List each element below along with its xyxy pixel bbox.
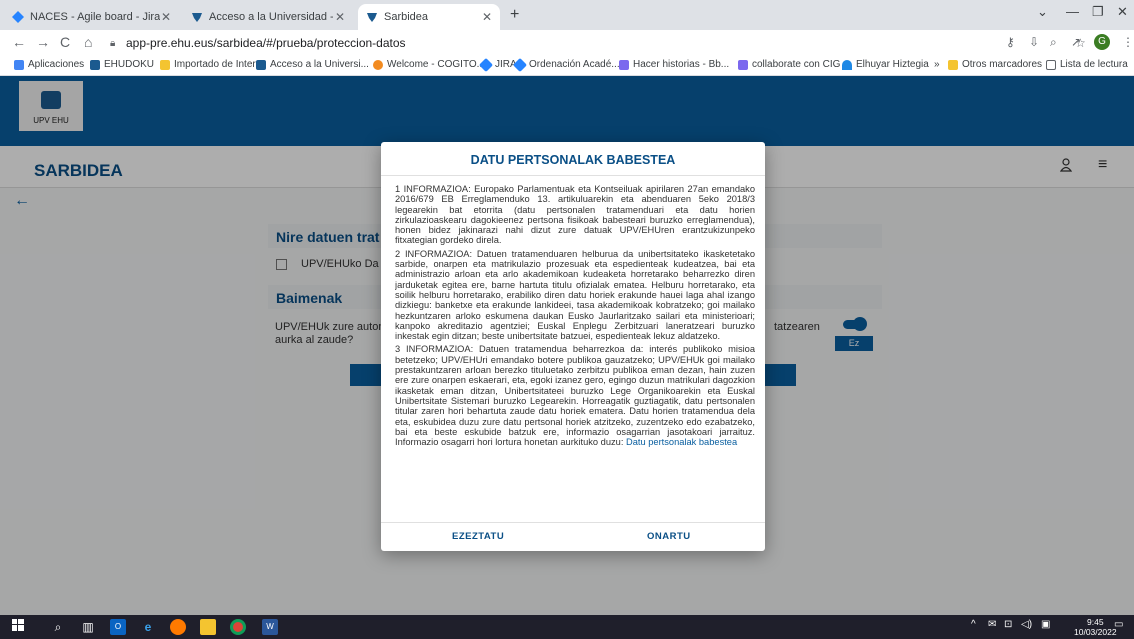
profile-avatar[interactable]: G xyxy=(1094,34,1110,50)
minimize-icon[interactable]: — xyxy=(1066,4,1079,19)
windows-start-icon[interactable] xyxy=(10,619,26,635)
info-paragraph-2: 2 INFORMAZIOA: Datuen tratamenduaren hel… xyxy=(395,248,755,342)
lock-icon: 🔒︎ xyxy=(110,38,116,49)
outlook-icon[interactable]: O xyxy=(110,619,126,635)
bookmark-jira[interactable]: JIRA xyxy=(478,57,517,72)
reload-icon[interactable]: C xyxy=(60,34,70,50)
dialog-title: DATU PERTSONALAK BABESTEA xyxy=(470,153,676,167)
windows-taskbar: ⌕ ▥ O e W ^ ✉ ⊡ ◁) ▣ ▭ xyxy=(0,615,1134,639)
bookmark-ordenacion[interactable]: Ordenación Acadé... xyxy=(512,57,620,72)
word-icon[interactable]: W xyxy=(262,619,278,635)
data-protection-dialog: DATU PERTSONALAK BABESTEA 1 INFORMAZIOA:… xyxy=(381,142,765,551)
bookmarks-bar: Aplicaciones EHUDOKU Importado de Inter.… xyxy=(0,56,1134,76)
keyboard-icon[interactable]: ▣ xyxy=(1041,619,1050,630)
bookmark-aplicaciones[interactable]: Aplicaciones xyxy=(14,59,84,70)
taskbar-clock[interactable]: 9:45 10/03/2022 xyxy=(1074,617,1117,637)
back-icon[interactable]: ← xyxy=(12,34,26,50)
tab-acceso-universidad[interactable]: Acceso a la Universidad - UPV/EH ✕ xyxy=(183,4,353,30)
restore-icon[interactable]: ❐ xyxy=(1092,4,1104,20)
info-paragraph-3: 3 INFORMAZIOA: Datuen tratamendua beharr… xyxy=(395,344,755,448)
jira-icon xyxy=(512,57,528,72)
bookmark-elhuyar[interactable]: Elhuyar Hiztegia xyxy=(842,59,929,70)
file-explorer-icon[interactable] xyxy=(200,619,216,635)
tray-overflow-icon[interactable]: ^ xyxy=(971,619,976,630)
bookmark-star-icon[interactable]: ☆ xyxy=(1075,36,1086,50)
home-icon[interactable]: ⌂ xyxy=(84,34,92,50)
forward-icon[interactable]: → xyxy=(36,34,50,50)
divider xyxy=(381,175,765,176)
upv-ehu-icon xyxy=(191,11,203,23)
chrome-icon[interactable] xyxy=(230,619,246,635)
info-paragraph-1: 1 INFORMAZIOA: Europako Parlamentuak eta… xyxy=(395,184,755,246)
reject-button[interactable]: EZEZTATU xyxy=(452,531,504,542)
install-icon[interactable]: ⇩ xyxy=(1029,35,1039,49)
bookmark-cogito[interactable]: Welcome - COGITO... xyxy=(373,59,485,70)
bookmark-collaborate[interactable]: collaborate con CIG xyxy=(738,59,840,70)
bookmark-lista-lectura[interactable]: Lista de lectura xyxy=(1046,59,1128,70)
jira-icon xyxy=(478,57,494,72)
close-tab-icon[interactable]: ✕ xyxy=(482,10,492,24)
edge-icon[interactable]: e xyxy=(140,619,156,635)
apps-grid-icon xyxy=(14,59,24,70)
address-bar[interactable]: 🔒︎ app-pre.ehu.eus/sarbidea/#/prueba/pro… xyxy=(110,33,1110,53)
upv-ehu-icon xyxy=(90,59,100,70)
bookmarks-overflow[interactable]: » xyxy=(934,59,940,70)
new-tab-button[interactable]: + xyxy=(510,6,519,24)
data-protection-link[interactable]: Datu pertsonalak babestea xyxy=(626,437,737,447)
tab-jira[interactable]: NACES - Agile board - Jira ✕ xyxy=(4,4,179,30)
task-view-icon[interactable]: ▥ xyxy=(80,619,96,635)
tab-strip: NACES - Agile board - Jira ✕ Acceso a la… xyxy=(0,0,1134,30)
tab-search-icon[interactable]: ⌄ xyxy=(1037,4,1048,20)
volume-icon[interactable]: ◁) xyxy=(1021,619,1032,630)
accept-button[interactable]: ONARTU xyxy=(647,531,691,542)
close-window-icon[interactable]: ✕ xyxy=(1117,4,1128,20)
browser-toolbar: ← → C ⌂ 🔒︎ app-pre.ehu.eus/sarbidea/#/pr… xyxy=(0,30,1134,56)
more-menu-icon[interactable]: ⋮ xyxy=(1122,35,1134,49)
folder-icon xyxy=(948,59,958,70)
close-tab-icon[interactable]: ✕ xyxy=(335,10,345,24)
dialog-body[interactable]: 1 INFORMAZIOA: Europako Parlamentuak eta… xyxy=(395,184,755,514)
bookmark-otros-marcadores[interactable]: Otros marcadores xyxy=(948,59,1042,70)
close-tab-icon[interactable]: ✕ xyxy=(161,10,171,24)
blackboard-icon xyxy=(619,59,629,70)
upv-ehu-icon xyxy=(256,59,266,70)
zoom-icon[interactable]: ⌕ xyxy=(1050,35,1057,50)
bookmark-importado[interactable]: Importado de Inter... xyxy=(160,59,264,70)
bookmark-ehudoku[interactable]: EHUDOKU xyxy=(90,59,154,70)
jira-icon xyxy=(12,11,24,23)
blackboard-icon xyxy=(738,59,748,70)
bookmark-hacer-historias[interactable]: Hacer historias - Bb... xyxy=(619,59,729,70)
elhuyar-icon xyxy=(842,59,852,70)
divider xyxy=(381,522,765,523)
upv-ehu-icon xyxy=(366,11,378,23)
search-icon[interactable]: ⌕ xyxy=(50,619,66,635)
mail-icon[interactable]: ✉ xyxy=(988,619,996,630)
tab-sarbidea[interactable]: Sarbidea ✕ xyxy=(358,4,500,30)
url-text: app-pre.ehu.eus/sarbidea/#/prueba/protec… xyxy=(126,36,406,50)
network-icon[interactable]: ⊡ xyxy=(1004,619,1012,630)
cogito-icon xyxy=(373,59,383,70)
reading-list-icon xyxy=(1046,59,1056,70)
key-icon[interactable]: ⚷ xyxy=(1006,35,1015,49)
folder-icon xyxy=(160,59,170,70)
bookmark-acceso-universidad[interactable]: Acceso a la Universi... xyxy=(256,59,369,70)
firefox-icon[interactable] xyxy=(170,619,186,635)
